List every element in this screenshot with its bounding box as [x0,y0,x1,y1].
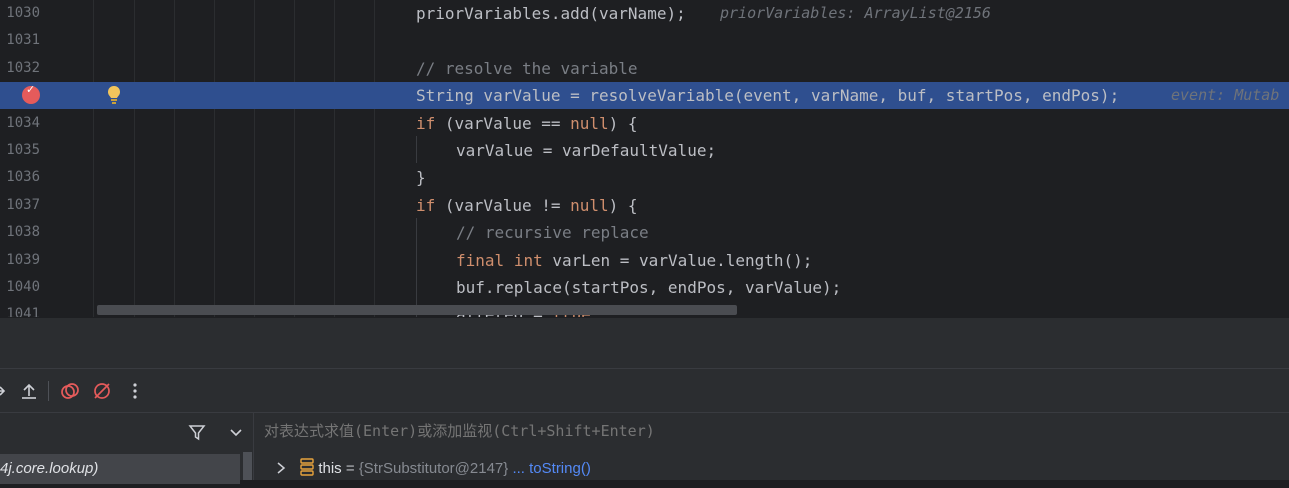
code-line-current[interactable]: String varValue = resolveVariable(event,… [0,82,1289,110]
more-icon[interactable] [126,369,144,413]
step-out-icon[interactable] [0,369,8,413]
frames-list: 4j.core.lookup) [0,450,253,484]
code-line[interactable]: 1040 buf.replace(startPos, endPos, varVal… [0,274,1289,301]
code-text: priorVariables.add(varName); [416,0,686,27]
code-line[interactable]: 1035 varValue = varDefaultValue; [0,137,1289,164]
code-line[interactable]: 1031 [0,27,1289,54]
variables-tree: this = {StrSubstitutor@2147} ... toStrin… [254,450,1289,480]
code-token: (varValue != [435,195,571,215]
frames-header [0,412,253,451]
chevron-down-icon[interactable] [226,413,246,450]
code-text: if (varValue == null) { [416,110,638,137]
comment-token: // recursive replace [456,223,649,243]
code-token: String varValue = resolveVariable(event,… [416,86,1120,106]
to-string-link[interactable]: ... toString() [508,460,590,477]
code-text: final int varLen = varValue.length(); [456,247,812,274]
code-text: String varValue = resolveVariable(event,… [416,82,1119,109]
code-text: // recursive replace [456,219,649,246]
field-icon [300,458,314,476]
evaluate-expression-input[interactable] [264,413,1164,450]
inline-value-hint: priorVariables: ArrayList@2156 [720,4,991,22]
line-number[interactable]: 1036 [0,164,40,191]
code-line[interactable]: 1030 priorVariables.add(varName); priorVar… [0,0,1289,27]
code-editor[interactable]: 1030 priorVariables.add(varName); priorVar… [0,0,1289,317]
code-token: varLen = varValue.length(); [542,250,813,270]
code-token: varValue = varDefaultValue; [456,141,717,160]
filter-icon[interactable] [185,413,209,450]
code-text: // resolve the variable [416,55,638,82]
keyword-token: if [416,195,436,215]
code-token: ) { [608,113,638,133]
code-text: if (varValue != null) { [416,192,638,219]
code-line[interactable]: 1032 // resolve the variable [0,55,1289,82]
indent-guide [416,218,417,317]
keyword-token: null [570,113,609,133]
keyword-token: null [570,195,609,215]
line-number[interactable]: 1039 [0,247,40,274]
line-number[interactable]: 1031 [0,27,40,54]
code-line[interactable]: 1034 if (varValue == null) { [0,110,1289,137]
code-text: varValue = varDefaultValue; [456,137,716,164]
line-number[interactable]: 1032 [0,55,40,82]
code-text: buf.replace(startPos, endPos, varValue); [456,274,841,301]
indent-guide [416,136,417,163]
variable-value: {StrSubstitutor@2147} [358,460,509,477]
code-token: (varValue == [435,113,571,133]
frames-scrollbar[interactable] [243,452,252,480]
horizontal-scrollbar[interactable] [97,305,737,315]
line-number[interactable]: 1030 [0,0,40,27]
evaluate-expression-bar [254,412,1289,451]
line-number[interactable]: 1038 [0,219,40,246]
code-line[interactable]: 1038 // recursive replace [0,219,1289,246]
toolbar-separator [48,381,49,401]
line-number[interactable]: 1037 [0,192,40,219]
variable-name: this [318,460,342,477]
mute-breakpoints-icon[interactable] [58,369,82,413]
code-line[interactable]: 1037 if (varValue != null) { [0,192,1289,219]
disable-breakpoints-icon[interactable] [90,369,114,413]
line-number[interactable]: 1035 [0,137,40,164]
inline-value-hint: event: Mutab [1171,86,1280,105]
variable-equals: = [341,460,359,477]
code-token: } [416,168,426,188]
debug-panel-tabs-area [0,317,1289,368]
chevron-right-icon[interactable] [276,462,286,474]
line-number[interactable]: 1041 [0,301,40,317]
code-token: ) { [608,195,638,215]
lightbulb-icon[interactable] [106,85,122,105]
code-line[interactable]: 1036} [0,164,1289,191]
keyword-token: final [456,250,505,270]
line-number[interactable]: 1034 [0,110,40,137]
code-text: } [416,164,426,191]
comment-token: // resolve the variable [416,58,638,78]
line-number[interactable]: 1040 [0,274,40,301]
breakpoint-check-icon: ✓ [26,83,36,96]
code-token: buf.replace(startPos, endPos, varValue); [456,278,842,297]
frame-label: 4j.core.lookup) [0,460,99,477]
code-token: priorVariables.add(varName); [416,4,686,23]
variable-row[interactable]: this = {StrSubstitutor@2147} ... toStrin… [276,450,591,480]
keyword-token: int [513,250,543,270]
debug-toolbar [0,368,1289,413]
keyword-token: if [416,113,436,133]
code-line[interactable]: 1039 final int varLen = varValue.length()… [0,247,1289,274]
upload-icon[interactable] [18,369,40,413]
